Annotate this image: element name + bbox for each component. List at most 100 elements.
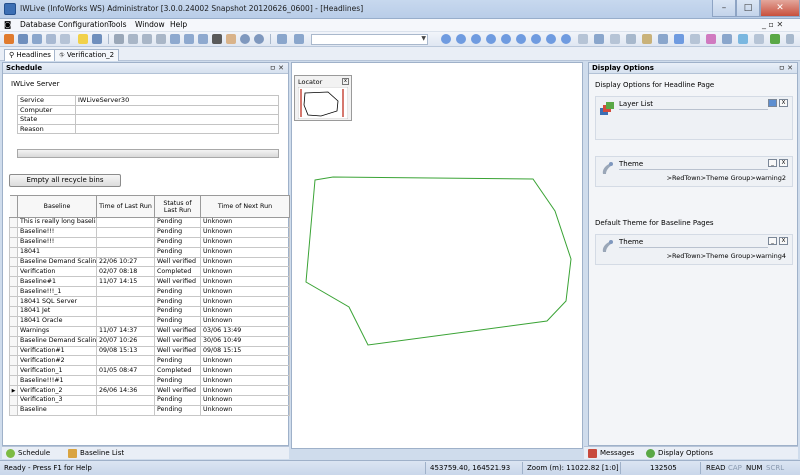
table-row[interactable]: Verification#1 09/08 15:13 Well verified 09…	[9, 345, 290, 357]
table-row[interactable]: ▶ Verification_2 26/06 14:36 Well verified U…	[9, 385, 290, 397]
tool-h-icon[interactable]	[690, 34, 700, 44]
record-icon[interactable]	[561, 34, 571, 44]
table-row[interactable]: 18041 Pending Unknown	[9, 246, 290, 258]
panel-pin-close[interactable]: ㅁ ✕	[269, 63, 284, 73]
row-selector[interactable]	[9, 266, 18, 278]
play-icon[interactable]	[501, 34, 511, 44]
mdi-controls[interactable]: _ ▫ ✕	[762, 20, 783, 29]
minimize-button[interactable]: –	[712, 0, 736, 17]
theme-minimize-button[interactable]: _	[768, 159, 777, 167]
row-selector[interactable]	[9, 306, 18, 317]
tool-g-icon[interactable]	[674, 34, 684, 44]
chart-icon[interactable]	[156, 34, 166, 44]
tool-b-icon[interactable]	[594, 34, 604, 44]
table-row[interactable]: Baseline Pending Unknown	[9, 404, 290, 416]
menu-window[interactable]: Window	[135, 20, 165, 29]
layer-list-clear-button[interactable]: X	[779, 99, 788, 107]
tool-a-icon[interactable]	[578, 34, 588, 44]
row-selector[interactable]	[9, 226, 18, 238]
menu-tools[interactable]: Tools	[108, 20, 126, 29]
pause-icon[interactable]	[486, 34, 496, 44]
step-forward-icon[interactable]	[516, 34, 526, 44]
tab-messages[interactable]: Messages	[586, 448, 634, 459]
step-last-icon[interactable]	[531, 34, 541, 44]
row-selector[interactable]	[9, 246, 18, 258]
table-row[interactable]: 18041 Jet Pending Unknown	[9, 306, 290, 317]
row-selector[interactable]	[9, 325, 18, 337]
table-row[interactable]: Baseline Demand Scaling 20/07 10:26 Well v…	[9, 335, 290, 347]
area-polygon[interactable]	[305, 176, 572, 346]
home-icon[interactable]	[4, 34, 14, 44]
tab-headlines[interactable]: ⚲ Headlines	[4, 49, 56, 61]
check-icon[interactable]	[738, 34, 748, 44]
zoom-out-icon[interactable]	[254, 34, 264, 44]
row-selector[interactable]	[9, 236, 18, 248]
col-status[interactable]: Status of Last Run	[154, 195, 201, 218]
refresh-icon[interactable]	[60, 34, 70, 44]
table-row[interactable]: Verification 02/07 08:18 Completed Unknown	[9, 266, 290, 278]
tab-verification-2[interactable]: ⛗ Verification_2	[54, 49, 120, 61]
tool-d-icon[interactable]	[626, 34, 636, 44]
close-button[interactable]: ✕	[760, 0, 800, 17]
tool-e-icon[interactable]	[642, 34, 652, 44]
play-back-icon[interactable]	[471, 34, 481, 44]
map-scale-dropdown[interactable]: ▼	[311, 34, 428, 45]
app-menu-icon[interactable]: ◙	[4, 20, 11, 29]
back-icon[interactable]	[18, 34, 28, 44]
row-selector[interactable]	[9, 315, 18, 327]
hand-select-icon[interactable]	[92, 34, 102, 44]
step-first-icon[interactable]	[441, 34, 451, 44]
row-selector[interactable]: ▶	[9, 385, 18, 397]
table-row[interactable]: Verification_1 01/05 08:47 Completed Unknow…	[9, 365, 290, 377]
row-selector[interactable]	[9, 256, 18, 268]
tab-schedule[interactable]: Schedule	[4, 448, 50, 459]
row-selector[interactable]	[9, 276, 18, 288]
row-selector[interactable]	[9, 395, 18, 406]
col-next-run[interactable]: Time of Next Run	[200, 195, 290, 218]
step-back-icon[interactable]	[456, 34, 466, 44]
menu-database[interactable]: Database	[20, 20, 56, 29]
tool-f-icon[interactable]	[658, 34, 668, 44]
row-selector[interactable]	[9, 296, 18, 308]
panel-pin-close[interactable]: ㅁ ✕	[778, 63, 793, 73]
row-selector[interactable]	[9, 375, 18, 387]
theme-clear-button[interactable]: X	[779, 159, 788, 167]
maximize-button[interactable]: □	[736, 0, 760, 17]
row-selector[interactable]	[9, 335, 18, 347]
table-row[interactable]: Baseline!!!#1 Pending Unknown	[9, 375, 290, 387]
table-icon[interactable]	[142, 34, 152, 44]
table-row[interactable]: Baseline!!! Pending Unknown	[9, 226, 290, 238]
menu-configuration[interactable]: Configuration	[58, 20, 109, 29]
table-row[interactable]: This is really long baseline Pending Unkno…	[9, 217, 290, 228]
stop-icon[interactable]	[546, 34, 556, 44]
default-theme-clear-button[interactable]: X	[779, 237, 788, 245]
pan-hand-icon[interactable]	[226, 34, 236, 44]
table-row[interactable]: 18041 SQL Server Pending Unknown	[9, 296, 290, 308]
run-icon[interactable]	[770, 34, 780, 44]
table-row[interactable]: 18041 Oracle Pending Unknown	[9, 315, 290, 327]
tool-k-icon[interactable]	[754, 34, 764, 44]
menu-help[interactable]: Help	[170, 20, 187, 29]
table-row[interactable]: Baseline Demand Scaling 22/06 10:27 Well v…	[9, 256, 290, 268]
row-selector[interactable]	[9, 345, 18, 357]
row-selector[interactable]	[9, 217, 18, 228]
print-icon[interactable]	[294, 34, 304, 44]
layer-list-edit-button[interactable]	[768, 99, 777, 107]
ruler-icon[interactable]	[114, 34, 124, 44]
zoom-extent-icon[interactable]	[277, 34, 287, 44]
tool-c-icon[interactable]	[610, 34, 620, 44]
zoom-in-icon[interactable]	[240, 34, 250, 44]
tool-i-icon[interactable]	[706, 34, 716, 44]
empty-recycle-bins-button[interactable]: Empty all recycle bins	[9, 174, 121, 187]
map-view[interactable]: Locator x	[291, 62, 583, 449]
forward-icon[interactable]	[32, 34, 42, 44]
col-baseline[interactable]: Baseline	[17, 195, 97, 218]
binoculars-icon[interactable]	[212, 34, 222, 44]
row-selector[interactable]	[9, 365, 18, 377]
col-last-run[interactable]: Time of Last Run	[96, 195, 155, 218]
default-theme-minimize-button[interactable]: _	[768, 237, 777, 245]
up-icon[interactable]	[46, 34, 56, 44]
grid-icon[interactable]	[128, 34, 138, 44]
network-polygon-canvas[interactable]	[292, 63, 584, 450]
tool-j-icon[interactable]	[722, 34, 732, 44]
